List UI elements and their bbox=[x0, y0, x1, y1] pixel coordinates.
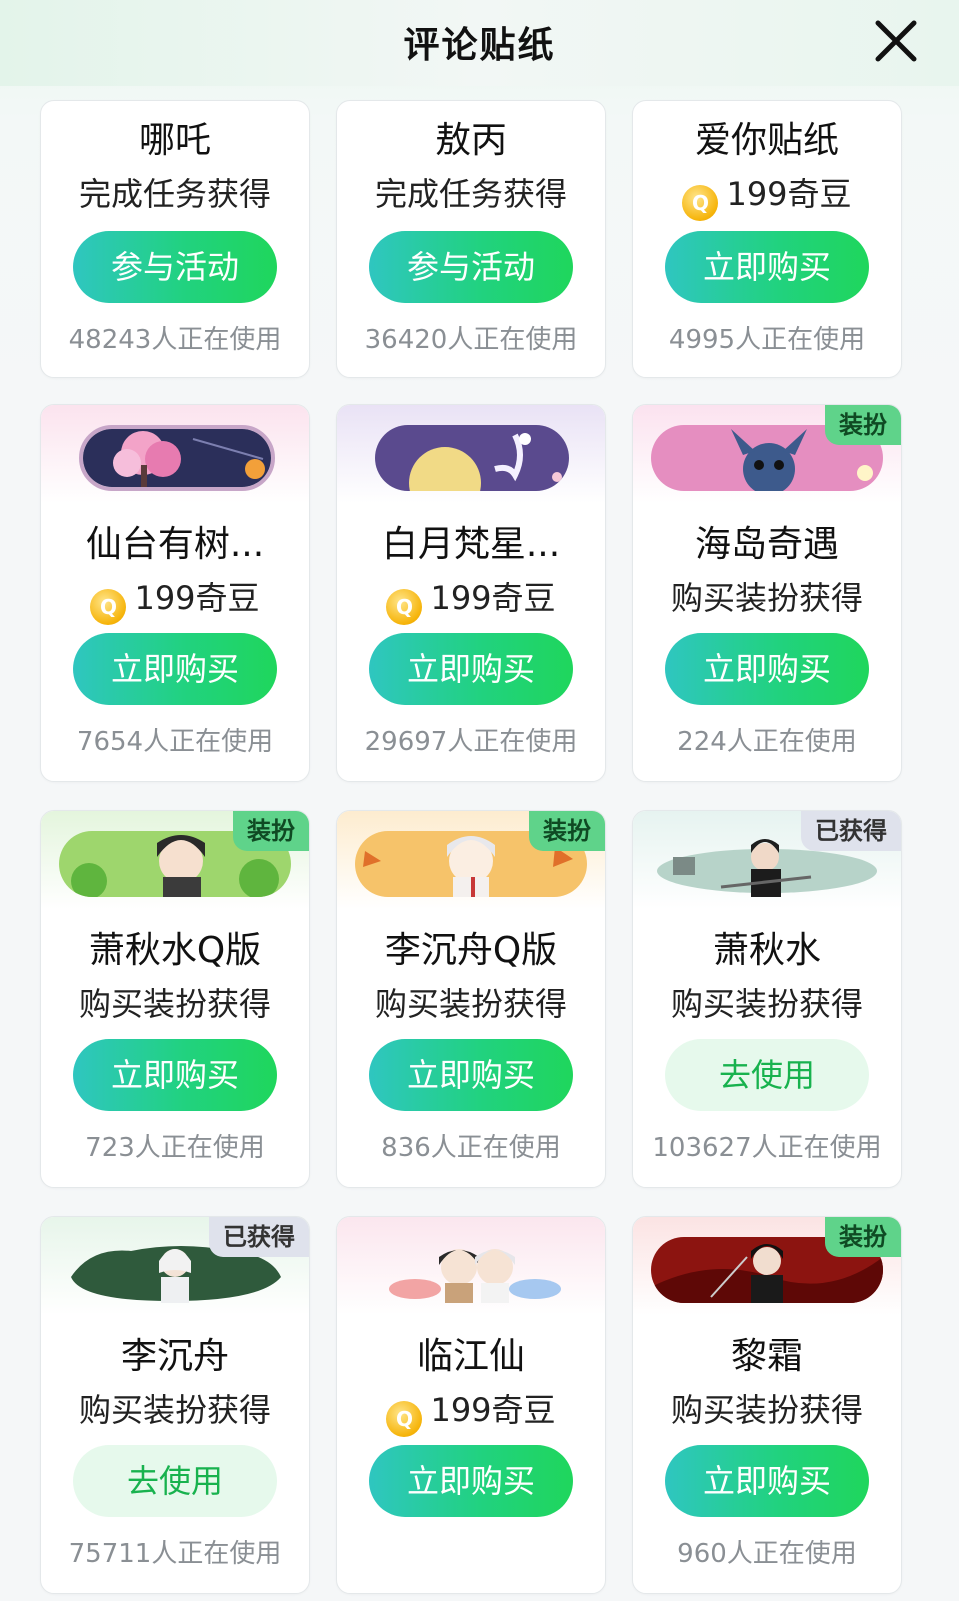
sticker-name: 仙台有树... bbox=[85, 524, 265, 565]
sticker-price: Q 199奇豆 bbox=[337, 1385, 605, 1437]
sticker-card[interactable]: 已获得 萧秋水 购买装扮获得 去使用 103627人正在使用 bbox=[632, 810, 902, 1188]
sticker-thumbnail: 装扮 bbox=[633, 405, 901, 503]
sticker-thumbnail bbox=[41, 405, 309, 503]
use-button[interactable]: 去使用 bbox=[73, 1445, 277, 1517]
price-label: 199奇豆 bbox=[430, 579, 556, 617]
buy-now-button[interactable]: 立即购买 bbox=[665, 633, 869, 705]
sticker-name: 萧秋水 bbox=[712, 930, 821, 971]
blossom-tree-image bbox=[83, 429, 271, 487]
sticker-subtitle: 购买装扮获得 bbox=[670, 1391, 863, 1429]
badge: 装扮 bbox=[233, 811, 309, 851]
sticker-name: 李沉舟 bbox=[120, 1336, 229, 1377]
buy-now-button[interactable]: 立即购买 bbox=[73, 1039, 277, 1111]
price-label: 199奇豆 bbox=[430, 1391, 556, 1429]
price-label: 199奇豆 bbox=[134, 579, 260, 617]
sticker-card[interactable]: 临江仙 Q 199奇豆 立即购买 bbox=[336, 1216, 606, 1594]
sticker-thumbnail: 装扮 bbox=[41, 811, 309, 909]
sticker-card[interactable]: 装扮 萧秋水Q版 购买装扮获得 立即购买 723人正在使用 bbox=[40, 810, 310, 1188]
coin-icon: Q bbox=[90, 589, 127, 625]
sticker-card[interactable]: 哪吒 完成任务获得 参与活动 48243人正在使用 bbox=[40, 100, 310, 378]
sticker-subtitle: 购买装扮获得 bbox=[670, 579, 863, 617]
sticker-subtitle: 完成任务获得 bbox=[374, 175, 567, 213]
sticker-card[interactable]: 爱你贴纸 Q 199奇豆 立即购买 4995人正在使用 bbox=[632, 100, 902, 378]
usage-count: 103627人正在使用 bbox=[652, 1133, 882, 1163]
sticker-subtitle: 购买装扮获得 bbox=[78, 985, 271, 1023]
sticker-price: Q 199奇豆 bbox=[633, 169, 901, 221]
sticker-card[interactable]: 已获得 李沉舟 购买装扮获得 去使用 75711人正在使用 bbox=[40, 1216, 310, 1594]
close-button[interactable] bbox=[873, 18, 919, 64]
sticker-name: 哪吒 bbox=[138, 120, 211, 161]
chibi-pair-image bbox=[389, 1249, 561, 1303]
usage-count: 224人正在使用 bbox=[677, 727, 857, 757]
buy-now-button[interactable]: 立即购买 bbox=[369, 1039, 573, 1111]
usage-count: 75711人正在使用 bbox=[68, 1539, 282, 1569]
sticker-thumbnail bbox=[337, 405, 605, 503]
sticker-thumbnail: 已获得 bbox=[41, 1217, 309, 1315]
sticker-subtitle: 购买装扮获得 bbox=[78, 1391, 271, 1429]
buy-now-button[interactable]: 立即购买 bbox=[369, 633, 573, 705]
sticker-thumbnail: 已获得 bbox=[633, 811, 901, 909]
price-label: 199奇豆 bbox=[726, 175, 852, 213]
coin-icon: Q bbox=[386, 1401, 423, 1437]
badge: 装扮 bbox=[825, 1217, 901, 1257]
close-icon bbox=[875, 20, 917, 62]
usage-count: 836人正在使用 bbox=[381, 1133, 561, 1163]
buy-now-button[interactable]: 立即购买 bbox=[665, 231, 869, 303]
sticker-card[interactable]: 装扮 李沉舟Q版 购买装扮获得 立即购买 836人正在使用 bbox=[336, 810, 606, 1188]
coin-icon: Q bbox=[386, 589, 423, 625]
badge: 装扮 bbox=[825, 405, 901, 445]
sticker-card[interactable]: 仙台有树... Q 199奇豆 立即购买 7654人正在使用 bbox=[40, 404, 310, 782]
sticker-name: 爱你贴纸 bbox=[694, 120, 839, 161]
sticker-card[interactable]: 敖丙 完成任务获得 参与活动 36420人正在使用 bbox=[336, 100, 606, 378]
sticker-name: 黎霜 bbox=[730, 1336, 803, 1377]
sticker-card[interactable]: 装扮 海岛奇遇 购买装扮获得 立即购买 224人正在使用 bbox=[632, 404, 902, 782]
usage-count: 723人正在使用 bbox=[85, 1133, 265, 1163]
header-bar: 评论贴纸 bbox=[0, 0, 959, 86]
usage-count: 960人正在使用 bbox=[677, 1539, 857, 1569]
sticker-name: 敖丙 bbox=[434, 120, 507, 161]
sticker-thumbnail: 装扮 bbox=[337, 811, 605, 909]
buy-now-button[interactable]: 立即购买 bbox=[369, 1445, 573, 1517]
sticker-card[interactable]: 装扮 黎霜 购买装扮获得 立即购买 960人正在使用 bbox=[632, 1216, 902, 1594]
page-title: 评论贴纸 bbox=[403, 25, 556, 66]
sticker-name: 萧秋水Q版 bbox=[88, 930, 262, 971]
sticker-thumbnail bbox=[337, 1217, 605, 1315]
usage-count: 48243人正在使用 bbox=[68, 325, 282, 355]
buy-now-button[interactable]: 立即购买 bbox=[665, 1445, 869, 1517]
badge: 已获得 bbox=[209, 1217, 309, 1257]
join-activity-button[interactable]: 参与活动 bbox=[369, 231, 573, 303]
coin-icon: Q bbox=[682, 185, 719, 221]
sticker-name: 临江仙 bbox=[416, 1336, 525, 1377]
sticker-name: 海岛奇遇 bbox=[694, 524, 839, 565]
usage-count: 7654人正在使用 bbox=[76, 727, 274, 757]
join-activity-button[interactable]: 参与活动 bbox=[73, 231, 277, 303]
sticker-name: 李沉舟Q版 bbox=[384, 930, 558, 971]
sticker-thumbnail: 装扮 bbox=[633, 1217, 901, 1315]
sticker-price: Q 199奇豆 bbox=[41, 573, 309, 625]
usage-count: 36420人正在使用 bbox=[364, 325, 578, 355]
use-button[interactable]: 去使用 bbox=[665, 1039, 869, 1111]
sticker-card[interactable]: 白月梵星... Q 199奇豆 立即购买 29697人正在使用 bbox=[336, 404, 606, 782]
sticker-subtitle: 完成任务获得 bbox=[78, 175, 271, 213]
sticker-name: 白月梵星... bbox=[381, 524, 561, 565]
badge: 已获得 bbox=[801, 811, 901, 851]
sticker-price: Q 199奇豆 bbox=[337, 573, 605, 625]
moon-deer-image bbox=[375, 425, 569, 491]
badge: 装扮 bbox=[529, 811, 605, 851]
usage-count: 4995人正在使用 bbox=[668, 325, 866, 355]
buy-now-button[interactable]: 立即购买 bbox=[73, 633, 277, 705]
sticker-subtitle: 购买装扮获得 bbox=[670, 985, 863, 1023]
sticker-subtitle: 购买装扮获得 bbox=[374, 985, 567, 1023]
usage-count: 29697人正在使用 bbox=[364, 727, 578, 757]
